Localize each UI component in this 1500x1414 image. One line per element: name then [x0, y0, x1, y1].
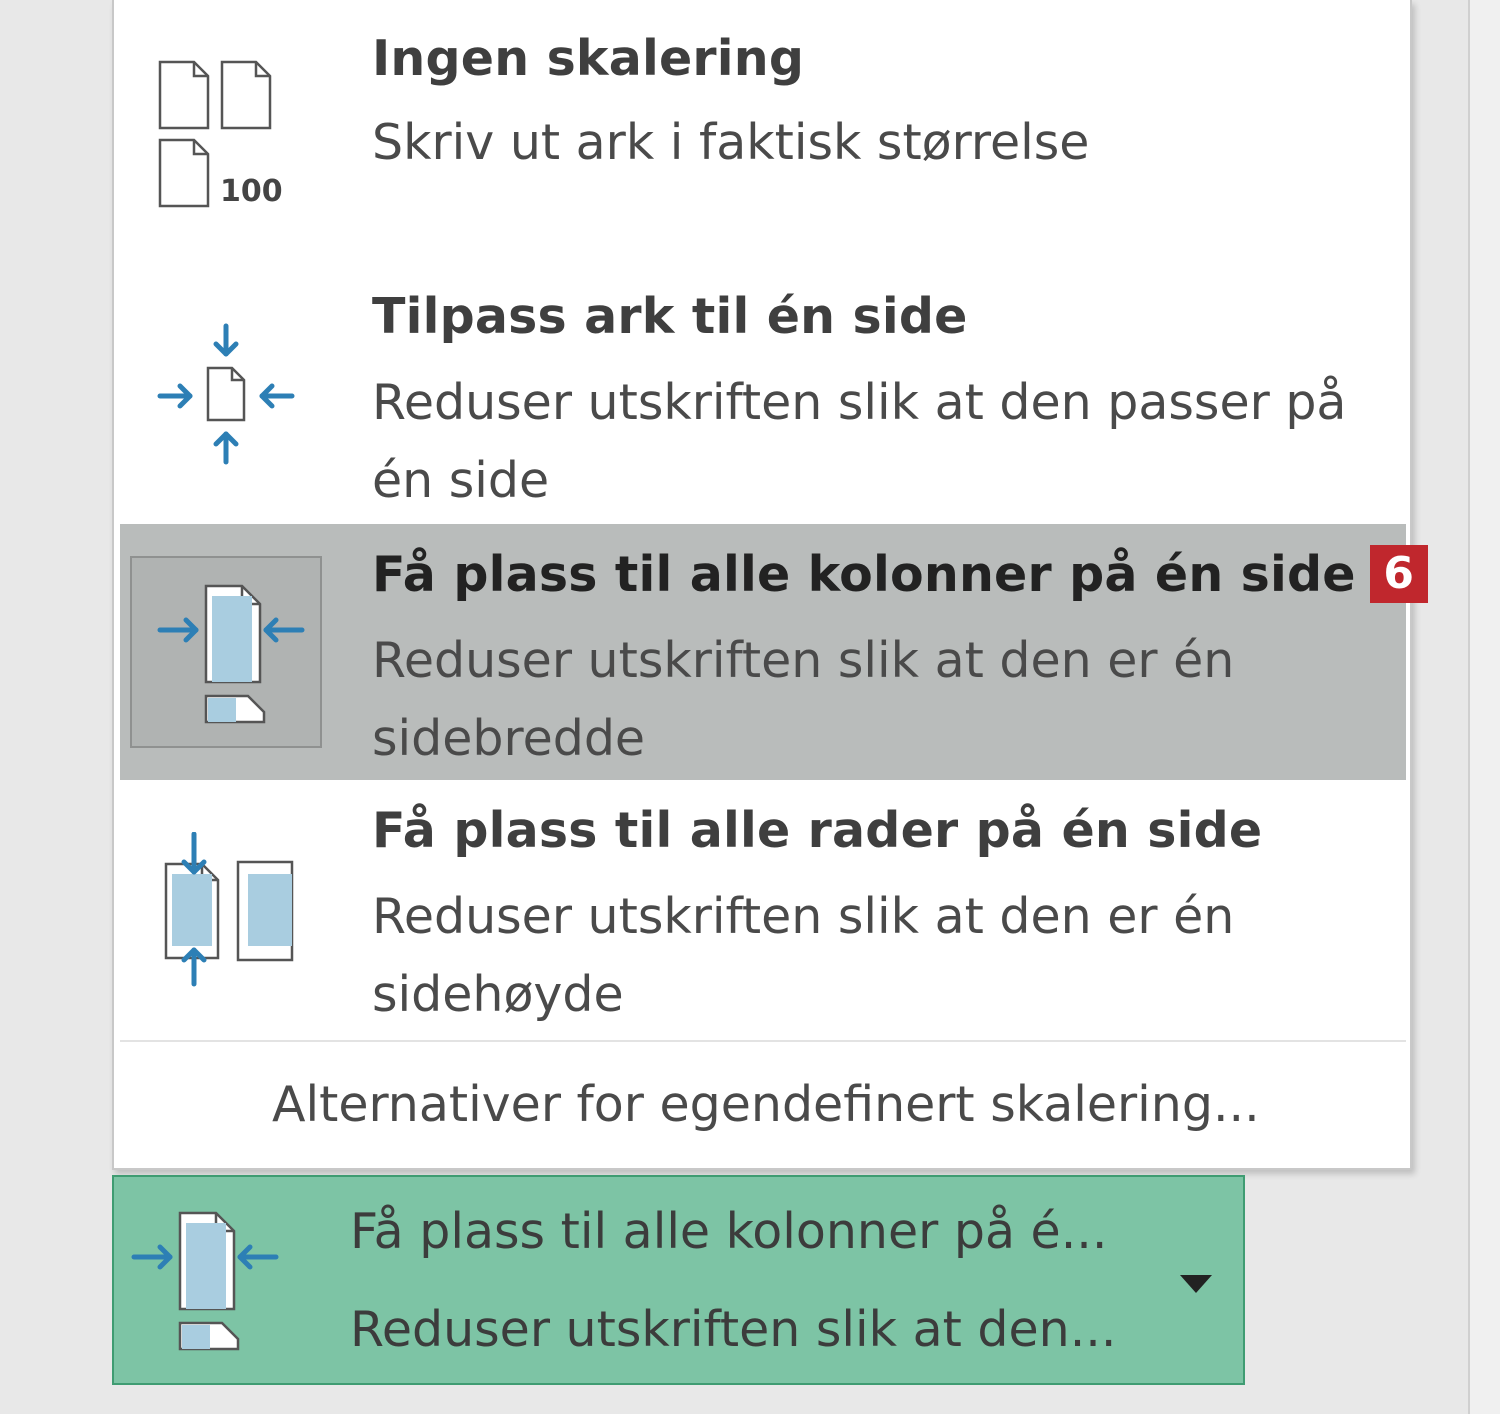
option-description: Reduser utskriften slik at den er én sid… [372, 632, 1235, 767]
option-title-text: Få plass til alle kolonner på én side [372, 546, 1356, 603]
scaling-dropdown[interactable]: Få plass til alle kolonner på é... Redus… [112, 1175, 1245, 1385]
option-title: Få plass til alle kolonner på én side 6 [372, 544, 1428, 607]
fit-sheet-on-one-page-icon [156, 320, 306, 480]
menu-option-fit-sheet-one-page[interactable]: Tilpass ark til én side Reduser utskrift… [120, 260, 1406, 522]
scaling-menu: 100 Ingen skalering Skriv ut ark i fakti… [112, 0, 1428, 1170]
fit-all-columns-icon [156, 580, 306, 740]
custom-scaling-options-link[interactable]: Alternativer for egendefinert skalering.… [272, 1076, 1260, 1133]
menu-option-no-scaling[interactable]: 100 Ingen skalering Skriv ut ark i fakti… [120, 0, 1406, 260]
fit-all-columns-icon [130, 1207, 280, 1357]
option-title: Tilpass ark til én side [372, 288, 968, 345]
dropdown-selected-title: Få plass til alle kolonner på é... [350, 1203, 1108, 1260]
menu-separator [120, 1040, 1406, 1042]
dropdown-selected-description: Reduser utskriften slik at den... [350, 1301, 1117, 1358]
scale-100-label: 100 [220, 174, 283, 209]
menu-option-fit-all-columns[interactable]: Få plass til alle kolonner på én side 6 R… [120, 524, 1428, 780]
option-description: Skriv ut ark i faktisk størrelse [372, 114, 1090, 171]
option-title: Få plass til alle rader på én side [372, 802, 1263, 859]
right-panel-edge [1468, 0, 1500, 1414]
option-title: Ingen skalering [372, 30, 805, 87]
fit-all-rows-icon [156, 832, 306, 992]
chevron-down-icon[interactable] [1174, 1269, 1218, 1299]
no-scaling-icon: 100 [156, 58, 306, 218]
shortcut-badge: 6 [1369, 544, 1428, 603]
option-description: Reduser utskriften slik at den er én sid… [372, 888, 1235, 1023]
option-description: Reduser utskriften slik at den passer på… [372, 374, 1347, 509]
menu-option-fit-all-rows[interactable]: Få plass til alle rader på én side Redus… [120, 782, 1406, 1038]
